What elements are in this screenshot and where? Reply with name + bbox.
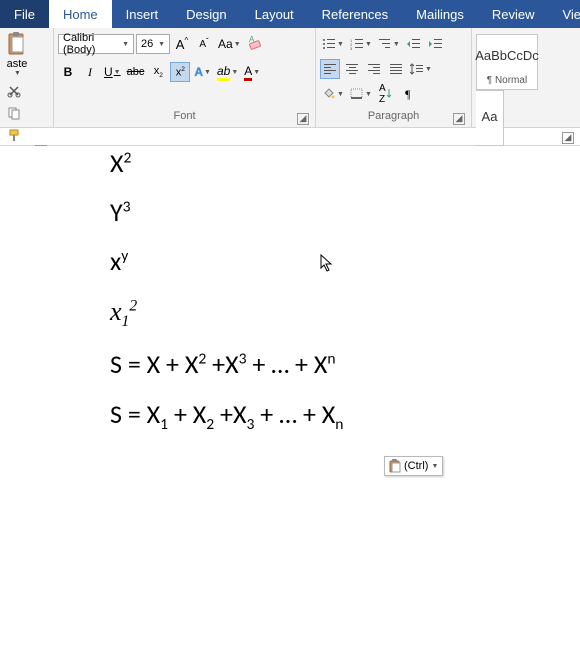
copy-button[interactable] (4, 103, 24, 123)
paste-button[interactable]: aste ▼ (4, 30, 30, 77)
bullets-icon (322, 38, 336, 50)
font-name-value: Calibri (Body) (63, 32, 121, 56)
chevron-down-icon: ▼ (431, 463, 438, 470)
numbering-icon: 123 (350, 38, 364, 50)
underline-button[interactable]: U▼ (102, 62, 123, 82)
font-size-combo[interactable]: 26 ▼ (136, 34, 170, 54)
group-styles: AaBbCcDc ¶ Normal Aa ◢ (472, 28, 580, 127)
shrink-font-button[interactable]: Aˇ (194, 34, 214, 54)
group-paragraph: ▼ 123▼ ▼ (316, 28, 472, 127)
show-paragraph-marks-button[interactable]: ¶ (398, 84, 418, 104)
group-clipboard: aste ▼ pboard ◢ (0, 28, 54, 127)
style-label: ¶ Normal (487, 75, 527, 89)
tab-insert[interactable]: Insert (112, 0, 173, 28)
line-spacing-icon (410, 63, 424, 75)
group-paragraph-label: Paragraph ◢ (320, 109, 467, 127)
font-name-combo[interactable]: Calibri (Body) ▼ (58, 34, 134, 54)
align-right-icon (368, 64, 380, 74)
tab-mailings[interactable]: Mailings (402, 0, 478, 28)
align-center-icon (346, 64, 358, 74)
paste-options-button[interactable]: (Ctrl) ▼ (384, 456, 443, 476)
clipboard-icon (6, 30, 28, 58)
change-case-button[interactable]: Aa▼ (216, 34, 243, 54)
highlight-button[interactable]: ab▼ (215, 62, 240, 82)
shading-button[interactable]: ▼ (320, 84, 346, 104)
chevron-down-icon: ▼ (14, 70, 21, 77)
borders-button[interactable]: ▼ (348, 84, 374, 104)
tab-home[interactable]: Home (49, 0, 112, 28)
document-content[interactable]: X2 Y3 xy x12 S = X + X2 +X3 + … + Xn S =… (110, 148, 560, 453)
chevron-down-icon: ▼ (158, 41, 165, 48)
multilevel-icon (378, 38, 392, 50)
sort-button[interactable]: AZ (376, 84, 396, 104)
font-dialog-launcher[interactable]: ◢ (297, 113, 309, 125)
decrease-indent-button[interactable] (404, 34, 424, 54)
grow-font-button[interactable]: A^ (172, 34, 192, 54)
increase-indent-button[interactable] (426, 34, 446, 54)
tab-review[interactable]: Review (478, 0, 549, 28)
italic-button[interactable]: I (80, 62, 100, 82)
strikethrough-button[interactable]: abc (125, 62, 147, 82)
paintbrush-icon (7, 128, 21, 142)
text-effects-button[interactable]: A▼ (192, 62, 213, 82)
format-painter-button[interactable] (4, 125, 24, 145)
bold-button[interactable]: B (58, 62, 78, 82)
sort-arrow-icon (386, 88, 393, 100)
paste-label: aste (7, 58, 28, 70)
group-font: Calibri (Body) ▼ 26 ▼ A^ Aˇ Aa▼ A B I U▼… (54, 28, 316, 127)
group-font-label: Font ◢ (58, 109, 311, 127)
style-sample: Aa (482, 91, 498, 142)
chevron-down-icon: ▼ (122, 41, 129, 48)
tab-file[interactable]: File (0, 0, 49, 28)
eraser-icon: A (247, 36, 263, 52)
tab-view[interactable]: View (548, 0, 580, 28)
align-center-button[interactable] (342, 59, 362, 79)
dec-indent-icon (407, 38, 421, 50)
tab-design[interactable]: Design (172, 0, 240, 28)
paste-options-label: (Ctrl) (404, 460, 428, 472)
styles-dialog-launcher[interactable]: ◢ (562, 132, 574, 144)
font-size-value: 26 (141, 38, 153, 50)
cut-button[interactable] (4, 81, 24, 101)
clear-formatting-button[interactable]: A (245, 34, 265, 54)
style-normal[interactable]: AaBbCcDc ¶ Normal (476, 34, 538, 90)
borders-icon (350, 88, 364, 100)
align-justify-icon (390, 64, 402, 74)
paint-bucket-icon (322, 88, 336, 100)
paste-options-icon (389, 459, 402, 473)
subscript-button[interactable]: x2 (148, 62, 168, 82)
ribbon-tabbar: File Home Insert Design Layout Reference… (0, 0, 580, 28)
align-right-button[interactable] (364, 59, 384, 79)
copy-icon (7, 106, 21, 120)
superscript-button[interactable]: x2 (170, 62, 190, 82)
paragraph-dialog-launcher[interactable]: ◢ (453, 113, 465, 125)
numbering-button[interactable]: 123▼ (348, 34, 374, 54)
svg-text:A: A (249, 36, 255, 44)
align-left-icon (324, 64, 336, 74)
document-area[interactable]: X2 Y3 xy x12 S = X + X2 +X3 + … + Xn S =… (0, 146, 580, 650)
cursor-icon (320, 254, 333, 273)
tab-layout[interactable]: Layout (241, 0, 308, 28)
bullets-button[interactable]: ▼ (320, 34, 346, 54)
multilevel-list-button[interactable]: ▼ (376, 34, 402, 54)
scissors-icon (7, 84, 21, 98)
font-color-button[interactable]: A▼ (242, 62, 262, 82)
tab-references[interactable]: References (308, 0, 402, 28)
align-left-button[interactable] (320, 59, 340, 79)
svg-text:3: 3 (350, 46, 353, 50)
align-justify-button[interactable] (386, 59, 406, 79)
ribbon: aste ▼ pboard ◢ (0, 28, 580, 128)
style-sample: AaBbCcDc (475, 35, 539, 75)
line-spacing-button[interactable]: ▼ (408, 59, 434, 79)
inc-indent-icon (429, 38, 443, 50)
style-next[interactable]: Aa (476, 90, 504, 146)
